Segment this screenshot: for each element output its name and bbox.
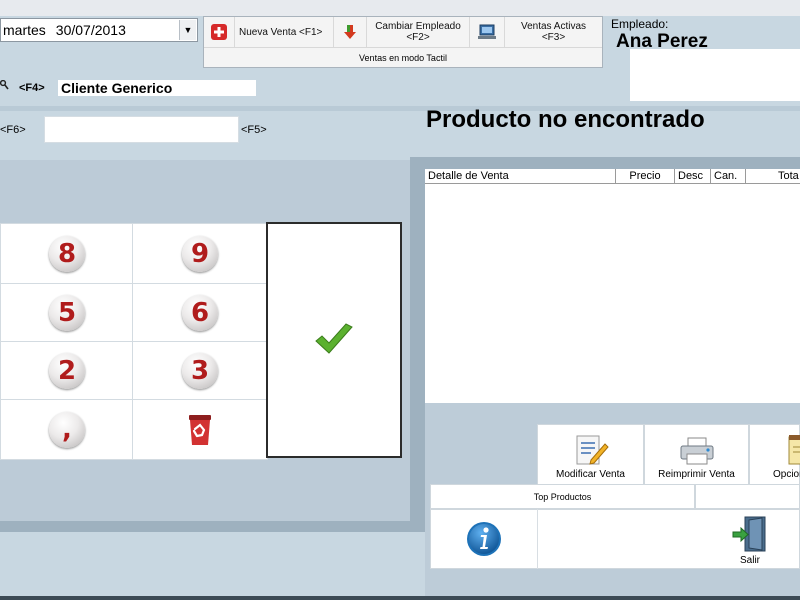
column-header-discount[interactable]: Desc bbox=[675, 169, 711, 184]
active-sales-icon[interactable] bbox=[470, 17, 505, 47]
modify-sale-button[interactable]: Modificar Venta bbox=[537, 424, 644, 485]
column-header-total[interactable]: Tota bbox=[746, 169, 800, 184]
exit-door-icon bbox=[732, 516, 766, 552]
product-search-input[interactable] bbox=[44, 116, 239, 143]
keypad-border bbox=[410, 157, 425, 532]
exit-button[interactable]: Salir bbox=[715, 509, 785, 569]
printer-icon bbox=[680, 437, 713, 465]
confirm-button[interactable] bbox=[266, 222, 402, 458]
toolbar-row: Nueva Venta <F1> Cambiar Empleado <F2> Ve… bbox=[204, 17, 602, 48]
change-employee-icon[interactable] bbox=[334, 17, 367, 47]
search-shortcut-left: <F6> bbox=[0, 124, 26, 136]
check-icon bbox=[315, 323, 353, 354]
employee-label: Empleado: bbox=[611, 17, 669, 31]
column-header-quantity[interactable]: Can. bbox=[711, 169, 746, 184]
column-header-detail[interactable]: Detalle de Venta bbox=[425, 169, 616, 184]
status-message: Producto no encontrado bbox=[426, 106, 705, 133]
touch-mode-button[interactable]: Ventas en modo Tactil bbox=[204, 48, 602, 68]
date-selector[interactable]: martes 30/07/2013 ▼ bbox=[0, 18, 198, 42]
key-delete[interactable] bbox=[132, 399, 268, 460]
notepad-icon bbox=[788, 435, 800, 465]
top-products-tab-extra bbox=[695, 484, 800, 509]
key-8[interactable]: 8 bbox=[0, 223, 134, 285]
client-field[interactable]: Cliente Generico bbox=[58, 80, 256, 96]
search-icon[interactable] bbox=[0, 79, 10, 95]
key-6[interactable]: 6 bbox=[132, 283, 268, 343]
chevron-down-icon[interactable]: ▼ bbox=[179, 20, 196, 40]
key-5[interactable]: 5 bbox=[0, 283, 134, 343]
info-button[interactable] bbox=[430, 509, 538, 569]
date-value: 30/07/2013 bbox=[55, 22, 126, 38]
new-sale-icon[interactable] bbox=[204, 17, 235, 47]
keypad-border-bottom bbox=[0, 521, 425, 532]
sale-detail-table[interactable]: Detalle de Venta Precio Desc Can. Tota bbox=[425, 169, 800, 403]
employee-panel bbox=[630, 49, 800, 101]
column-header-price[interactable]: Precio bbox=[616, 169, 675, 184]
new-sale-button[interactable]: Nueva Venta <F1> bbox=[235, 17, 334, 47]
key-2[interactable]: 2 bbox=[0, 341, 134, 401]
top-strip bbox=[0, 0, 800, 16]
day-name: martes bbox=[3, 22, 46, 38]
client-shortcut: <F4> bbox=[19, 82, 45, 94]
info-icon bbox=[466, 522, 501, 556]
edit-document-icon bbox=[576, 435, 609, 465]
options-button[interactable]: Opcion bbox=[749, 424, 800, 485]
reprint-sale-button[interactable]: Reimprimir Venta bbox=[644, 424, 749, 485]
window-bottom-edge bbox=[0, 596, 800, 600]
active-sales-button[interactable]: Ventas Activas <F3> bbox=[505, 17, 602, 47]
search-shortcut-right: <F5> bbox=[241, 124, 267, 136]
change-employee-button[interactable]: Cambiar Empleado <F2> bbox=[367, 17, 470, 47]
key-comma[interactable]: , bbox=[0, 399, 134, 460]
key-3[interactable]: 3 bbox=[132, 341, 268, 401]
top-products-tab[interactable]: Top Productos bbox=[430, 484, 695, 509]
trash-icon bbox=[189, 414, 211, 445]
main-toolbar: Nueva Venta <F1> Cambiar Empleado <F2> Ve… bbox=[203, 16, 603, 68]
key-9[interactable]: 9 bbox=[132, 223, 268, 285]
